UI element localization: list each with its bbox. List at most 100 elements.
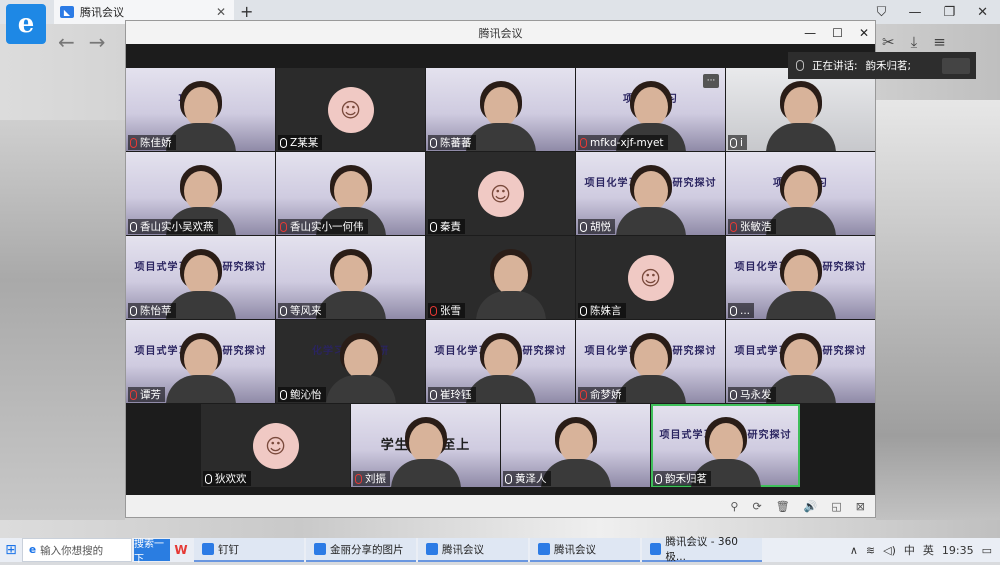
chevron-up-icon[interactable]: ∧ bbox=[850, 544, 858, 557]
participant-name: 陈蕃蕃 bbox=[440, 137, 472, 149]
search-button[interactable]: 搜索一下 bbox=[134, 539, 170, 565]
trash-icon[interactable]: 🗑 bbox=[776, 500, 790, 513]
microphone-icon bbox=[580, 221, 587, 232]
browser-e-icon: e bbox=[29, 544, 37, 556]
video-tile[interactable]: 项目化学习张敏浩 bbox=[726, 152, 875, 235]
participant-name: ... bbox=[740, 304, 751, 317]
restore-button[interactable]: ❐ bbox=[943, 5, 955, 20]
participant-name: 香山实小一何伟 bbox=[290, 221, 364, 233]
participant-name-label: 陈怡苹 bbox=[128, 303, 176, 318]
volume-icon[interactable]: ◁) bbox=[883, 544, 896, 557]
participant-name-label: 香山实小一何伟 bbox=[278, 219, 368, 234]
pin-icon[interactable]: ⚲ bbox=[730, 500, 738, 513]
taskbar-app[interactable]: 腾讯会议 bbox=[530, 538, 640, 562]
layout-icon[interactable]: ◱ bbox=[831, 500, 841, 513]
video-tile[interactable]: 项目化学习的实践研究探讨俞梦娇 bbox=[576, 320, 725, 403]
meeting-window-controls: — ☐ ✕ bbox=[804, 21, 869, 44]
video-tile[interactable]: 学生 育人至上刘振 bbox=[351, 404, 500, 487]
new-tab-button[interactable]: + bbox=[240, 2, 253, 21]
participant-video bbox=[390, 417, 461, 487]
video-tile[interactable]: 张雪 bbox=[426, 236, 575, 319]
microphone-icon bbox=[505, 473, 512, 484]
microphone-icon bbox=[655, 473, 662, 484]
forward-arrow-icon[interactable]: → bbox=[89, 30, 106, 54]
shirt-icon[interactable]: ⛉ bbox=[877, 5, 887, 20]
participant-name: 秦責 bbox=[440, 221, 461, 233]
video-tile[interactable]: 香山实小一何伟 bbox=[276, 152, 425, 235]
microphone-icon bbox=[130, 389, 137, 400]
video-tile[interactable]: 项目式学习···mfkd-xjf-myet bbox=[576, 68, 725, 151]
refresh-icon[interactable]: ⟳ bbox=[752, 500, 761, 513]
video-tile[interactable]: ☺ 秦責 bbox=[426, 152, 575, 235]
video-tile[interactable]: 项目化学习的实践研究探讨胡悦 bbox=[576, 152, 725, 235]
video-tile[interactable]: 项目等风来 bbox=[276, 236, 425, 319]
avatar: ☺ bbox=[627, 254, 674, 301]
microphone-icon bbox=[280, 305, 287, 316]
close-button[interactable]: ✕ bbox=[977, 5, 988, 20]
app-icon bbox=[314, 543, 326, 555]
taskbar-app[interactable]: 钉钉 bbox=[194, 538, 304, 562]
speaker-icon[interactable]: 🔊 bbox=[804, 500, 818, 513]
participant-name: 胡悦 bbox=[590, 221, 611, 233]
ime-mode-indicator[interactable]: 英 bbox=[923, 542, 934, 558]
microphone-icon bbox=[280, 389, 287, 400]
participant-name-label: 秦責 bbox=[428, 219, 465, 234]
system-tray: ∧ ≋ ◁) 中 英 19:35 ▭ bbox=[850, 542, 1000, 558]
wifi-icon[interactable]: ≋ bbox=[866, 544, 875, 557]
close-icon[interactable]: ✕ bbox=[216, 5, 226, 19]
video-tile[interactable]: 陈蕃蕃 bbox=[426, 68, 575, 151]
meeting-window-title: 腾讯会议 bbox=[478, 26, 523, 40]
taskbar-app-label: 腾讯会议 - 360极... bbox=[665, 536, 738, 563]
participant-video bbox=[765, 333, 836, 403]
microphone-icon bbox=[130, 305, 137, 316]
participant-name-label: 鲍沁怡 bbox=[278, 387, 326, 402]
video-tile[interactable]: 项目式学习的实践研究探讨陈怡苹 bbox=[126, 236, 275, 319]
participant-video bbox=[615, 333, 686, 403]
video-tile[interactable]: ☺ 狄欢欢 bbox=[201, 404, 350, 487]
video-tile[interactable]: i bbox=[726, 68, 875, 151]
minimize-button[interactable]: — bbox=[804, 26, 816, 40]
microphone-icon bbox=[430, 137, 437, 148]
participant-name-label: 等风来 bbox=[278, 303, 326, 318]
taskbar-app[interactable]: 腾讯会议 - 360极... bbox=[642, 536, 762, 563]
fullscreen-icon[interactable]: ⊠ bbox=[856, 500, 865, 513]
maximize-button[interactable]: ☐ bbox=[832, 26, 843, 40]
participant-name-label: 陈蕃蕃 bbox=[428, 135, 476, 150]
minimize-button[interactable]: — bbox=[908, 5, 921, 20]
video-tile[interactable]: 黄泽人 bbox=[501, 404, 650, 487]
video-tile[interactable]: 项目式学习的实践研究探讨谭芳 bbox=[126, 320, 275, 403]
participant-video bbox=[465, 81, 536, 151]
video-tile[interactable]: 项目式学习的实践研究探讨韵禾归茗 bbox=[651, 404, 800, 487]
participant-name: mfkd-xjf-myet bbox=[590, 136, 664, 149]
video-tile[interactable]: 项目式学陈佳娇 bbox=[126, 68, 275, 151]
taskbar-app-label: 金丽分享的图片 bbox=[330, 543, 404, 556]
taskbar-app[interactable]: 金丽分享的图片 bbox=[306, 538, 416, 562]
taskbar: ⊞ e 输入你想搜的 搜索一下 W 钉钉 金丽分享的图片 腾讯会议 腾讯会议 腾讯会议 … bbox=[0, 536, 1000, 565]
video-tile[interactable]: ☺ Z某某 bbox=[276, 68, 425, 151]
menu-icon[interactable]: ≡ bbox=[933, 33, 946, 51]
video-tile[interactable]: ☺ 陈姝言 bbox=[576, 236, 725, 319]
microphone-icon bbox=[796, 60, 804, 71]
video-tile[interactable]: 项目式学习的实践研究探讨马永发 bbox=[726, 320, 875, 403]
speaker-thumbnail bbox=[942, 57, 970, 74]
close-button[interactable]: ✕ bbox=[859, 26, 869, 40]
video-tile[interactable]: 化学习的实践研鲍沁怡 bbox=[276, 320, 425, 403]
notification-icon[interactable]: ▭ bbox=[982, 544, 992, 557]
video-tile[interactable]: 项目化学习的实践研究探讨... bbox=[726, 236, 875, 319]
clock-time[interactable]: 19:35 bbox=[942, 544, 974, 557]
wps-icon[interactable]: W bbox=[170, 538, 192, 562]
participant-video bbox=[165, 81, 236, 151]
back-arrow-icon[interactable]: ← bbox=[58, 30, 75, 54]
video-tile[interactable]: 项目化学习的实践研究探讨崔玲钰 bbox=[426, 320, 575, 403]
more-options-icon[interactable]: ··· bbox=[703, 74, 719, 88]
windows-start-icon[interactable]: ⊞ bbox=[0, 538, 22, 562]
taskbar-app[interactable]: 腾讯会议 bbox=[418, 538, 528, 562]
taskbar-search[interactable]: e 输入你想搜的 bbox=[22, 538, 132, 562]
microphone-icon bbox=[430, 221, 437, 232]
video-tile[interactable]: 香山实小吴欢燕 bbox=[126, 152, 275, 235]
app-icon bbox=[426, 543, 438, 555]
browser-logo-icon[interactable]: e bbox=[6, 4, 46, 44]
ime-language-indicator[interactable]: 中 bbox=[904, 542, 915, 558]
scissors-icon[interactable]: ✂ bbox=[882, 33, 895, 51]
download-icon[interactable]: ⤓ bbox=[911, 33, 918, 51]
